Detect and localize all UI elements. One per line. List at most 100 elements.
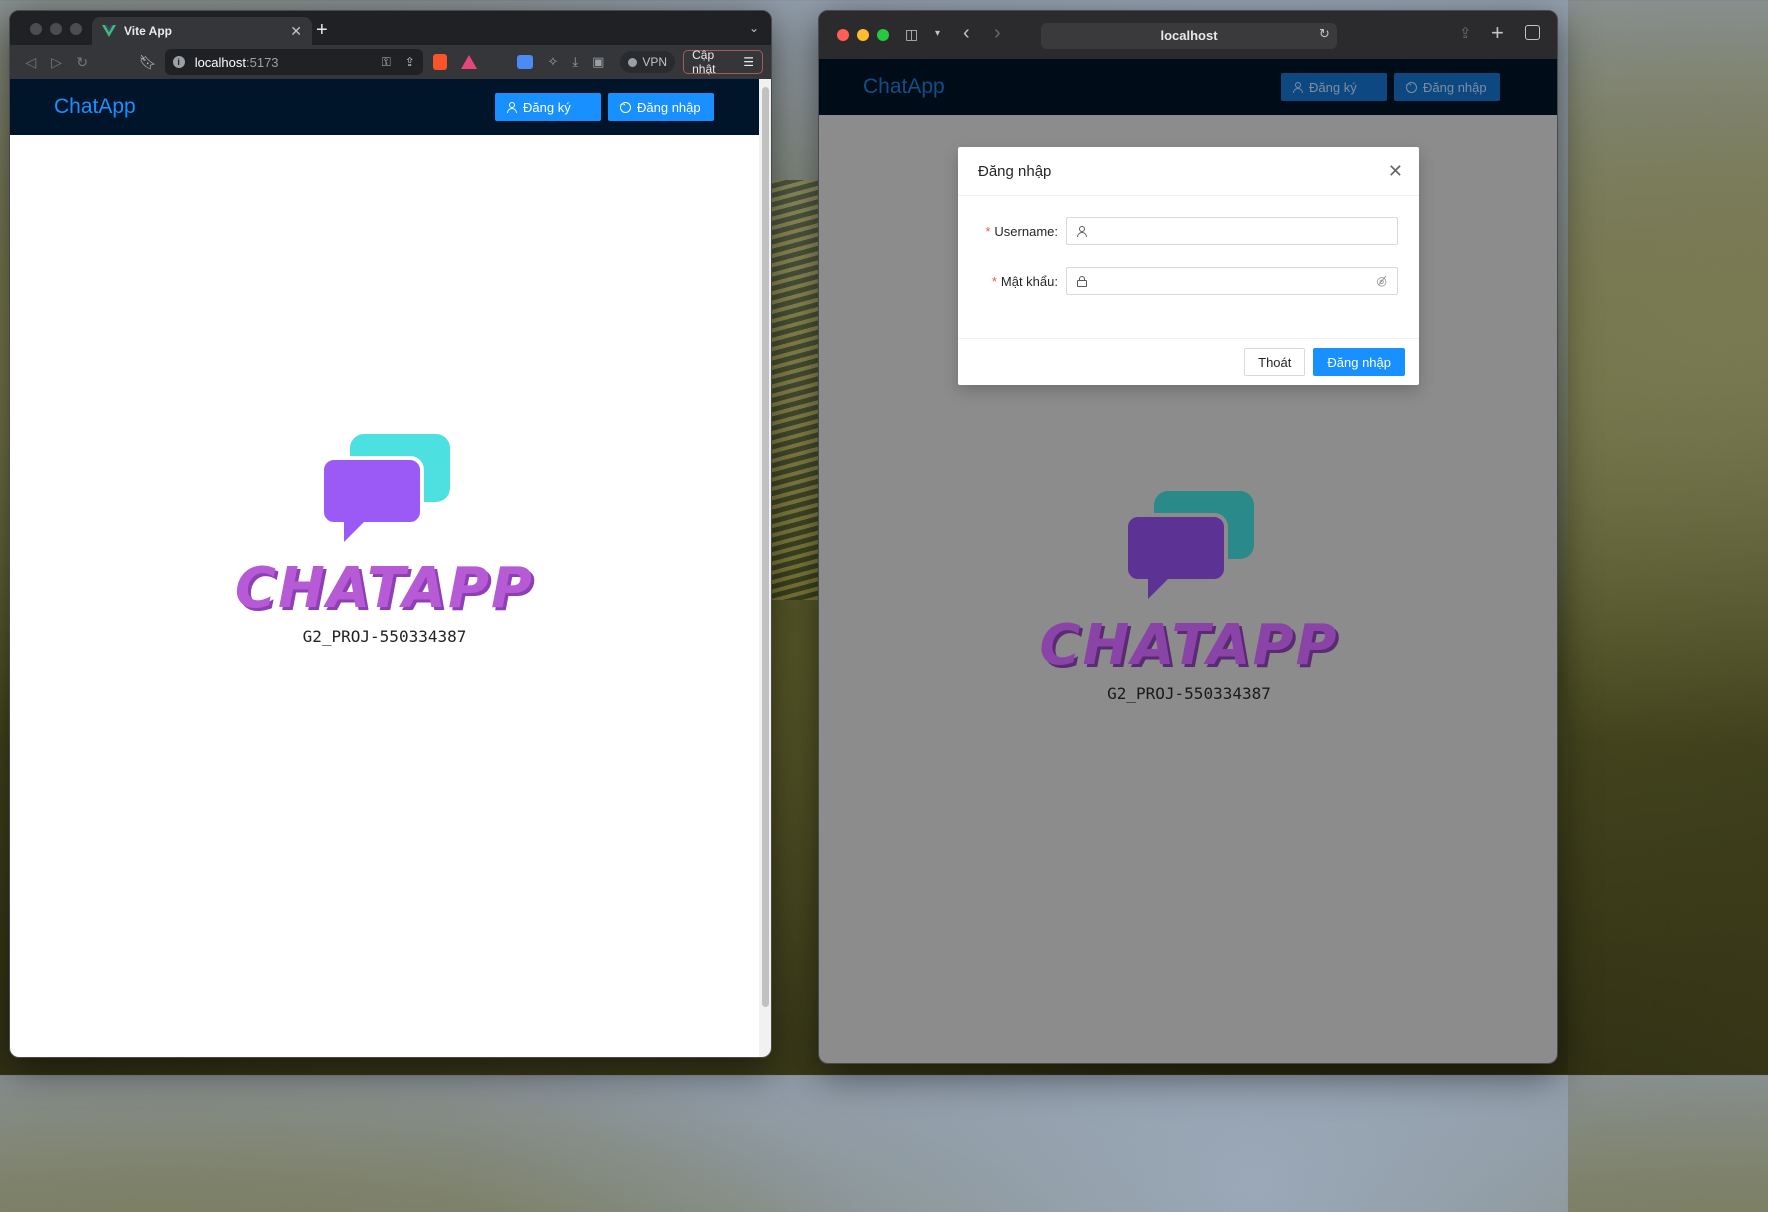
register-button[interactable]: Đăng ký: [1281, 73, 1387, 101]
password-input[interactable]: [1095, 273, 1369, 289]
bubble-tail: [1148, 577, 1170, 599]
brave-shields-icon[interactable]: [432, 54, 448, 70]
vue-logo-icon: [102, 25, 116, 37]
address-bar[interactable]: localhost: [1041, 23, 1337, 49]
register-label: Đăng ký: [523, 99, 571, 115]
key-icon[interactable]: ⚿: [382, 55, 391, 70]
back-button[interactable]: ‹: [963, 22, 970, 45]
modal-title: Đăng nhập: [978, 162, 1052, 180]
cancel-button[interactable]: Thoát: [1244, 348, 1306, 376]
reload-icon[interactable]: ↻: [1319, 26, 1330, 42]
password-field[interactable]: ◎̸: [1066, 267, 1398, 295]
share-icon[interactable]: ⇪: [1459, 24, 1472, 42]
share-icon[interactable]: ⇪: [405, 55, 415, 70]
username-field[interactable]: [1066, 217, 1398, 245]
zoom-window-button[interactable]: [877, 29, 889, 41]
header-actions: Đăng ký Đăng nhập: [495, 93, 714, 121]
vpn-button[interactable]: VPN: [620, 51, 676, 73]
app-header: ChatApp Đăng ký Đăng nhập: [819, 59, 1557, 115]
logo-wordmark: CHATAPP: [234, 556, 535, 621]
desktop-wallpaper-detail: [770, 180, 820, 600]
tab-strip: Vite App ✕ + ⌄: [10, 11, 771, 45]
url-host: localhost: [194, 54, 246, 70]
safari-toolbar: ◫ ▾ ‹ › localhost ↻ ⇪ +: [819, 11, 1557, 59]
brand-logo-text[interactable]: ChatApp: [54, 95, 136, 119]
project-code: G2_PROJ-550334387: [1107, 684, 1271, 703]
reload-button[interactable]: ↻: [69, 54, 95, 71]
update-label: Cập nhật: [692, 48, 716, 76]
window-controls: [30, 23, 82, 35]
hero-logo: CHATAPP G2_PROJ-550334387: [10, 434, 759, 646]
forward-button[interactable]: ›: [994, 22, 1001, 45]
back-button[interactable]: ◁: [18, 54, 44, 71]
scrollbar-thumb[interactable]: [762, 87, 769, 1007]
bubble-front: [1124, 513, 1228, 583]
url-port: :5173: [246, 54, 279, 70]
username-input[interactable]: [1095, 223, 1387, 239]
bubble-front: [319, 456, 424, 526]
lock-icon: [1077, 275, 1087, 287]
login-icon: [618, 98, 631, 113]
app-header: ChatApp Đăng ký Đăng nhập: [10, 79, 759, 135]
vpn-status-icon: [628, 57, 638, 67]
register-label: Đăng ký: [1309, 79, 1357, 95]
modal-header: Đăng nhập ✕: [958, 147, 1419, 196]
wallet-icon[interactable]: ▣: [592, 54, 604, 70]
page-content: ChatApp Đăng ký Đăng nhập CHATAPP G2_PRO…: [819, 59, 1557, 1063]
close-tab-icon[interactable]: ✕: [290, 23, 302, 40]
tab-list-chevron-icon[interactable]: ⌄: [749, 21, 759, 35]
sidebar-toggle-icon[interactable]: ◫: [905, 26, 918, 43]
browser-window-right: ◫ ▾ ‹ › localhost ↻ ⇪ + ChatApp Đăng ký …: [818, 10, 1558, 1064]
header-actions: Đăng ký Đăng nhập: [1281, 73, 1500, 101]
browser-window-left: Vite App ✕ + ⌄ ◁ ▷ ↻ 🔖︎ i localhost:5173…: [9, 10, 772, 1058]
login-icon: [1404, 78, 1417, 93]
hero-logo: CHATAPP G2_PROJ-550334387: [819, 491, 1557, 703]
download-icon[interactable]: ⤓: [572, 54, 578, 70]
tab-overview-icon[interactable]: [1525, 25, 1540, 40]
logo-wordmark: CHATAPP: [1039, 613, 1339, 678]
brave-rewards-icon[interactable]: [461, 55, 478, 69]
address-bar[interactable]: i localhost:5173 ⚿ ⇪: [164, 49, 423, 75]
user-icon: [1293, 81, 1303, 93]
password-label: * Mật khẩu:: [991, 273, 1058, 289]
window-controls: [837, 29, 889, 41]
modal-footer: Thoát Đăng nhập: [958, 338, 1419, 385]
new-tab-button[interactable]: +: [316, 19, 328, 42]
update-menu-button[interactable]: Cập nhật ☰: [683, 48, 763, 76]
zoom-window-button[interactable]: [70, 23, 82, 35]
user-icon: [1077, 225, 1087, 237]
close-icon[interactable]: ✕: [1388, 161, 1403, 182]
minimize-window-button[interactable]: [857, 29, 869, 41]
extensions-icon[interactable]: ✧: [547, 54, 558, 70]
forward-button[interactable]: ▷: [44, 54, 70, 71]
tab-title: Vite App: [124, 24, 173, 38]
register-button[interactable]: Đăng ký: [495, 93, 601, 121]
chat-bubbles-icon: [319, 434, 450, 546]
required-mark: *: [985, 223, 991, 239]
submit-login-button[interactable]: Đăng nhập: [1313, 348, 1405, 376]
password-row: * Mật khẩu: ◎̸: [978, 267, 1398, 295]
bookmark-icon[interactable]: 🔖︎: [135, 54, 161, 71]
scrollbar[interactable]: [759, 79, 771, 1057]
chevron-down-icon[interactable]: ▾: [935, 28, 940, 39]
login-label: Đăng nhập: [1423, 79, 1487, 95]
eye-invisible-icon[interactable]: ◎̸: [1377, 274, 1387, 288]
bubble-tail: [343, 520, 366, 542]
hamburger-menu-icon: ☰: [743, 55, 754, 69]
chat-bubbles-icon: [1124, 491, 1254, 603]
tab-vite-app[interactable]: Vite App ✕: [92, 17, 312, 45]
close-window-button[interactable]: [837, 29, 849, 41]
required-mark: *: [991, 273, 997, 289]
project-code: G2_PROJ-550334387: [302, 627, 467, 646]
new-tab-button[interactable]: +: [1491, 20, 1504, 46]
login-button[interactable]: Đăng nhập: [1394, 73, 1500, 101]
login-label: Đăng nhập: [637, 99, 701, 115]
translate-icon[interactable]: [517, 55, 534, 69]
login-button[interactable]: Đăng nhập: [608, 93, 714, 121]
site-info-icon[interactable]: i: [172, 56, 185, 68]
brand-logo-text[interactable]: ChatApp: [863, 75, 945, 99]
minimize-window-button[interactable]: [50, 23, 62, 35]
close-window-button[interactable]: [30, 23, 42, 35]
page-content: ChatApp Đăng ký Đăng nhập CHATAPP G2_PRO…: [10, 79, 759, 1057]
browser-toolbar: ◁ ▷ ↻ 🔖︎ i localhost:5173 ⚿ ⇪ ✧ ⤓ ▣ VPN …: [10, 45, 771, 79]
